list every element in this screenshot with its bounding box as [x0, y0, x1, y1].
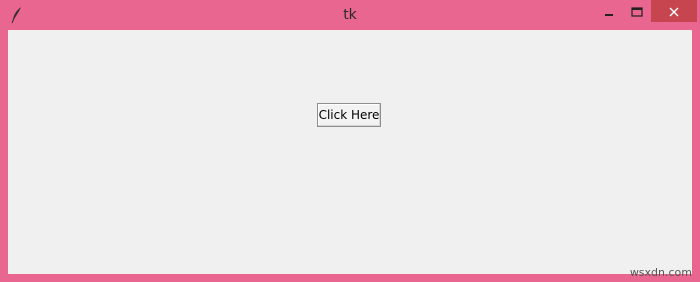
client-area: Click Here [8, 30, 692, 274]
tk-window: tk Click Here wsxdn.com [0, 0, 700, 282]
title-bar[interactable]: tk [0, 0, 700, 30]
click-here-button[interactable]: Click Here [317, 103, 381, 127]
maximize-icon [631, 2, 643, 21]
maximize-button[interactable] [623, 0, 651, 22]
watermark-text: wsxdn.com [629, 266, 692, 279]
close-button[interactable] [651, 0, 697, 22]
minimize-icon [604, 2, 614, 21]
close-icon [669, 2, 679, 21]
minimize-button[interactable] [595, 0, 623, 22]
